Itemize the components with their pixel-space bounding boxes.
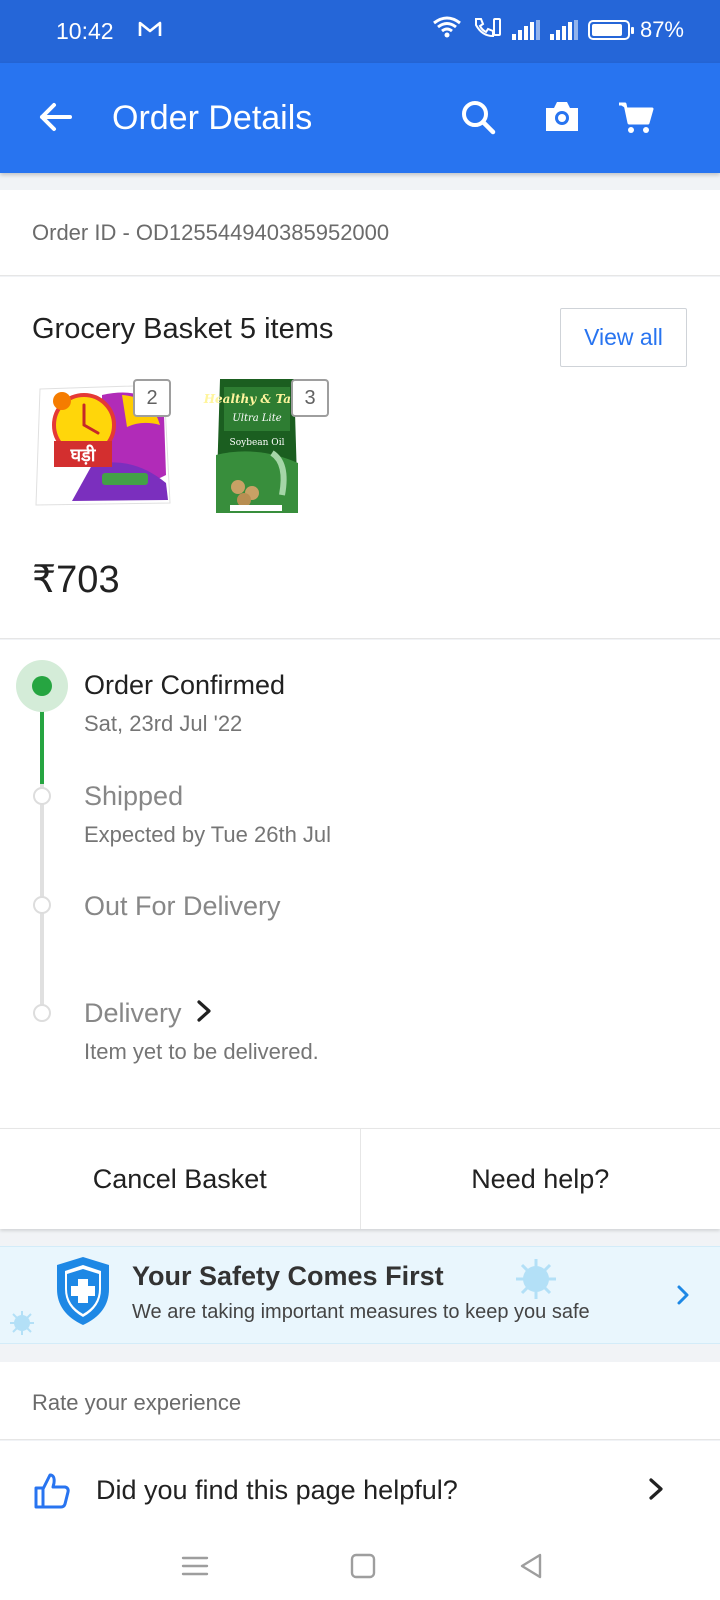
- back-arrow-icon[interactable]: [36, 97, 76, 137]
- step-shipped: Shipped Expected by Tue 26th Jul: [84, 781, 331, 848]
- chevron-right-icon: [648, 1477, 664, 1506]
- home-icon[interactable]: [348, 1551, 378, 1586]
- rate-experience-section: Rate your experience: [0, 1362, 720, 1440]
- step-delivery[interactable]: Delivery Item yet to be delivered.: [84, 998, 319, 1065]
- status-time: 10:42: [56, 18, 114, 44]
- page-title: Order Details: [112, 99, 313, 137]
- step-subtitle: Expected by Tue 26th Jul: [84, 822, 332, 847]
- status-bar: 10:42 87%: [0, 0, 720, 63]
- signal-icon-1: [511, 20, 540, 40]
- step-title: Order Confirmed: [84, 670, 286, 700]
- step-subtitle: Item yet to be delivered.: [84, 1039, 319, 1064]
- signal-icon-2: [549, 20, 578, 40]
- helpful-question: Did you find this page helpful?: [96, 1475, 458, 1505]
- safety-title: Your Safety Comes First: [132, 1261, 444, 1291]
- step-dot-out-for-delivery: [33, 896, 51, 914]
- gmail-icon: [138, 20, 162, 44]
- system-nav-bar: [0, 1537, 720, 1600]
- order-id: Order ID - OD125544940385952000: [32, 220, 390, 245]
- safety-banner[interactable]: Your Safety Comes First We are taking im…: [0, 1246, 720, 1344]
- cancel-basket-button[interactable]: Cancel Basket: [0, 1129, 360, 1229]
- camera-icon[interactable]: [542, 97, 582, 137]
- app-bar: Order Details: [0, 63, 720, 173]
- back-triangle-icon[interactable]: [516, 1551, 546, 1586]
- view-all-button[interactable]: View all: [560, 308, 687, 367]
- battery-icon: [587, 20, 634, 40]
- step-out-for-delivery: Out For Delivery: [84, 891, 281, 922]
- step-order-confirmed: Order Confirmed Sat, 23rd Jul '22: [84, 670, 285, 737]
- chevron-right-icon: [676, 1283, 690, 1312]
- step-dot-shipped: [33, 787, 51, 805]
- helpful-feedback-row[interactable]: Did you find this page helpful?: [0, 1441, 720, 1537]
- order-tracker: Order Confirmed Sat, 23rd Jul '22 Shippe…: [0, 640, 720, 1128]
- volte-call-icon: [472, 16, 502, 44]
- basket-title: Grocery Basket 5 items: [32, 313, 334, 345]
- cart-icon[interactable]: [616, 97, 656, 137]
- chevron-right-icon: [196, 999, 212, 1028]
- basket-price: ₹703: [32, 559, 120, 601]
- virus-icon: [514, 1257, 558, 1306]
- rate-label: Rate your experience: [32, 1390, 242, 1415]
- order-id-section: Order ID - OD125544940385952000: [0, 190, 720, 276]
- battery-percent: 87%: [639, 17, 684, 42]
- order-actions: Cancel Basket Need help?: [0, 1128, 720, 1229]
- shield-icon: [54, 1255, 112, 1332]
- step-dot-delivery: [33, 1004, 51, 1022]
- svg-text:Soybean Oil: Soybean Oil: [230, 438, 285, 448]
- thumbs-up-icon: [32, 1471, 72, 1516]
- svg-text:घड़ी: घड़ी: [70, 444, 97, 466]
- basket-section: Grocery Basket 5 items View all घड़ी 2 H…: [0, 277, 720, 639]
- step-title: Delivery: [84, 998, 182, 1028]
- menu-icon[interactable]: [180, 1551, 210, 1586]
- virus-icon: [8, 1309, 36, 1342]
- step-subtitle: Sat, 23rd Jul '22: [84, 711, 243, 736]
- search-icon[interactable]: [458, 97, 498, 137]
- item-quantity-badge: 3: [291, 379, 329, 417]
- step-dot-confirmed: [32, 676, 52, 696]
- item-quantity-badge: 2: [133, 379, 171, 417]
- step-title: Shipped: [84, 781, 184, 811]
- step-title: Out For Delivery: [84, 891, 281, 921]
- svg-text:Ultra Lite: Ultra Lite: [232, 413, 281, 424]
- wifi-icon: [432, 16, 462, 44]
- need-help-button[interactable]: Need help?: [359, 1129, 720, 1229]
